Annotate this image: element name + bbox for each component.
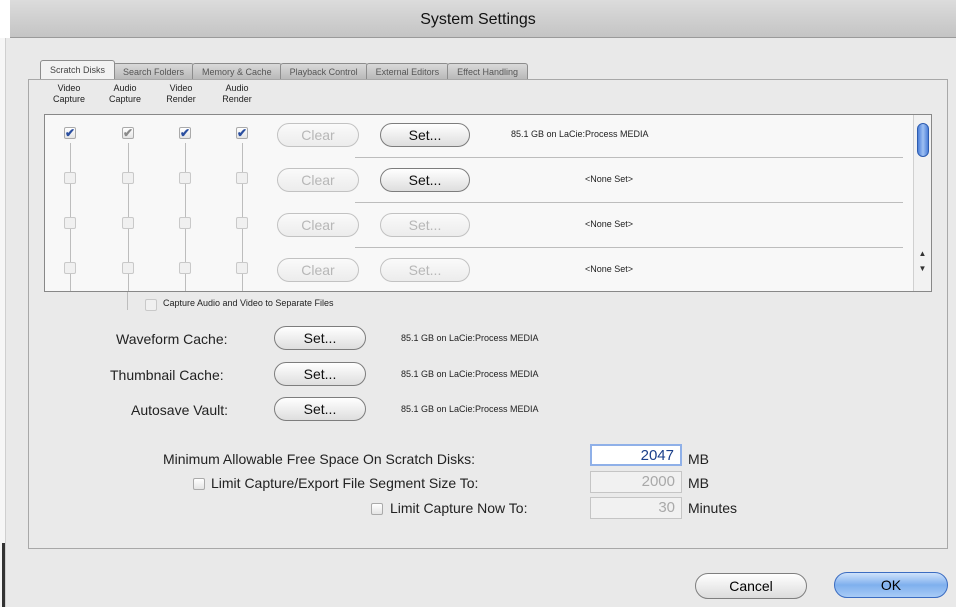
video-render-checkbox[interactable] (179, 262, 191, 274)
set-button[interactable]: Set... (380, 168, 470, 192)
cancel-button[interactable]: Cancel (695, 573, 807, 599)
video-render-checkbox[interactable] (179, 217, 191, 229)
thumbnail-cache-info: 85.1 GB on LaCie:Process MEDIA (401, 369, 539, 379)
scratch-disk-row: Clear Set... <None Set> (45, 204, 905, 248)
tab-search-folders[interactable]: Search Folders (113, 63, 195, 79)
scratch-disk-list: ✔ ✔ ✔ ✔ Clear Set... 85.1 GB on LaCie:Pr… (44, 114, 932, 292)
audio-capture-checkbox[interactable] (122, 172, 134, 184)
segment-size-label: Limit Capture/Export File Segment Size T… (211, 475, 479, 491)
scroll-down-arrow-icon[interactable]: ▼ (914, 262, 931, 276)
video-render-checkbox[interactable] (179, 172, 191, 184)
autosave-vault-info: 85.1 GB on LaCie:Process MEDIA (401, 404, 539, 414)
disk-info: <None Set> (585, 219, 634, 229)
column-header-line: Video (57, 83, 81, 93)
vertical-scrollbar[interactable]: ▲ ▼ (913, 115, 931, 291)
video-capture-checkbox[interactable] (64, 172, 76, 184)
capture-now-checkbox[interactable] (371, 503, 383, 515)
ok-button[interactable]: OK (834, 572, 948, 598)
column-header-line: Audio (225, 83, 249, 93)
clear-button[interactable]: Clear (277, 258, 359, 282)
audio-render-checkbox[interactable]: ✔ (236, 127, 248, 139)
column-header-audio-capture: Audio Capture (103, 83, 147, 105)
scratch-disk-row: ✔ ✔ ✔ ✔ Clear Set... 85.1 GB on LaCie:Pr… (45, 115, 905, 159)
audio-capture-checkbox[interactable]: ✔ (122, 127, 134, 139)
audio-render-checkbox[interactable] (236, 172, 248, 184)
audio-capture-checkbox[interactable] (122, 217, 134, 229)
column-header-video-capture: Video Capture (47, 83, 91, 105)
thumbnail-cache-label: Thumbnail Cache: (110, 367, 224, 383)
video-capture-checkbox[interactable] (64, 217, 76, 229)
capture-now-field[interactable]: 30 (590, 497, 682, 519)
scroll-up-arrow-icon[interactable]: ▲ (914, 247, 931, 261)
disk-info: <None Set> (585, 264, 634, 274)
tab-memory-cache[interactable]: Memory & Cache (192, 63, 282, 79)
set-button[interactable]: Set... (380, 258, 470, 282)
capture-now-unit: Minutes (688, 500, 738, 516)
column-header-line: Audio (113, 83, 137, 93)
tab-bar: Scratch Disks Search Folders Memory & Ca… (40, 60, 529, 80)
clear-button[interactable]: Clear (277, 168, 359, 192)
window-title: System Settings (420, 11, 536, 28)
segment-size-field[interactable]: 2000 (590, 471, 682, 493)
column-header-line: Video (169, 83, 193, 93)
audio-render-checkbox[interactable] (236, 262, 248, 274)
min-free-space-label: Minimum Allowable Free Space On Scratch … (163, 451, 475, 467)
video-capture-checkbox[interactable] (64, 262, 76, 274)
column-header-line: Capture (108, 94, 142, 104)
edge-mark (2, 543, 5, 607)
min-free-space-unit: MB (688, 451, 709, 467)
column-header-line: Render (222, 94, 252, 104)
waveform-cache-label: Waveform Cache: (116, 331, 228, 347)
disk-info: <None Set> (585, 174, 634, 184)
tab-playback-control[interactable]: Playback Control (279, 63, 368, 79)
column-header-line: Render (166, 94, 196, 104)
set-button[interactable]: Set... (380, 213, 470, 237)
window-edge (0, 38, 6, 607)
scroll-thumb[interactable] (917, 123, 929, 157)
row-divider (355, 247, 903, 248)
disk-info: 85.1 GB on LaCie:Process MEDIA (511, 129, 649, 139)
tab-scratch-disks[interactable]: Scratch Disks (40, 60, 116, 79)
column-header-line: Capture (52, 94, 86, 104)
video-render-checkbox[interactable]: ✔ (179, 127, 191, 139)
clear-button[interactable]: Clear (277, 213, 359, 237)
video-capture-checkbox[interactable]: ✔ (64, 127, 76, 139)
scratch-disk-row: Clear Set... <None Set> (45, 249, 905, 291)
title-bar: System Settings (0, 0, 956, 38)
thumbnail-cache-set-button[interactable]: Set... (274, 362, 366, 386)
waveform-cache-info: 85.1 GB on LaCie:Process MEDIA (401, 333, 539, 343)
separate-files-label: Capture Audio and Video to Separate File… (163, 298, 334, 308)
capture-now-label: Limit Capture Now To: (390, 500, 528, 516)
separate-files-checkbox[interactable] (145, 299, 157, 311)
column-header-audio-render: Audio Render (215, 83, 259, 105)
column-header-video-render: Video Render (159, 83, 203, 105)
segment-size-unit: MB (688, 475, 709, 491)
tab-external-editors[interactable]: External Editors (365, 63, 450, 79)
audio-render-checkbox[interactable] (236, 217, 248, 229)
autosave-vault-set-button[interactable]: Set... (274, 397, 366, 421)
segment-size-checkbox[interactable] (193, 478, 205, 490)
autosave-vault-label: Autosave Vault: (131, 402, 229, 418)
scratch-disk-row: Clear Set... <None Set> (45, 159, 905, 203)
set-button[interactable]: Set... (380, 123, 470, 147)
waveform-cache-set-button[interactable]: Set... (274, 326, 366, 350)
tab-effect-handling[interactable]: Effect Handling (447, 63, 529, 79)
row-divider (355, 157, 903, 158)
row-divider (355, 202, 903, 203)
min-free-space-field[interactable]: 2047 (590, 444, 682, 466)
audio-capture-checkbox[interactable] (122, 262, 134, 274)
column-line (127, 292, 128, 310)
clear-button[interactable]: Clear (277, 123, 359, 147)
